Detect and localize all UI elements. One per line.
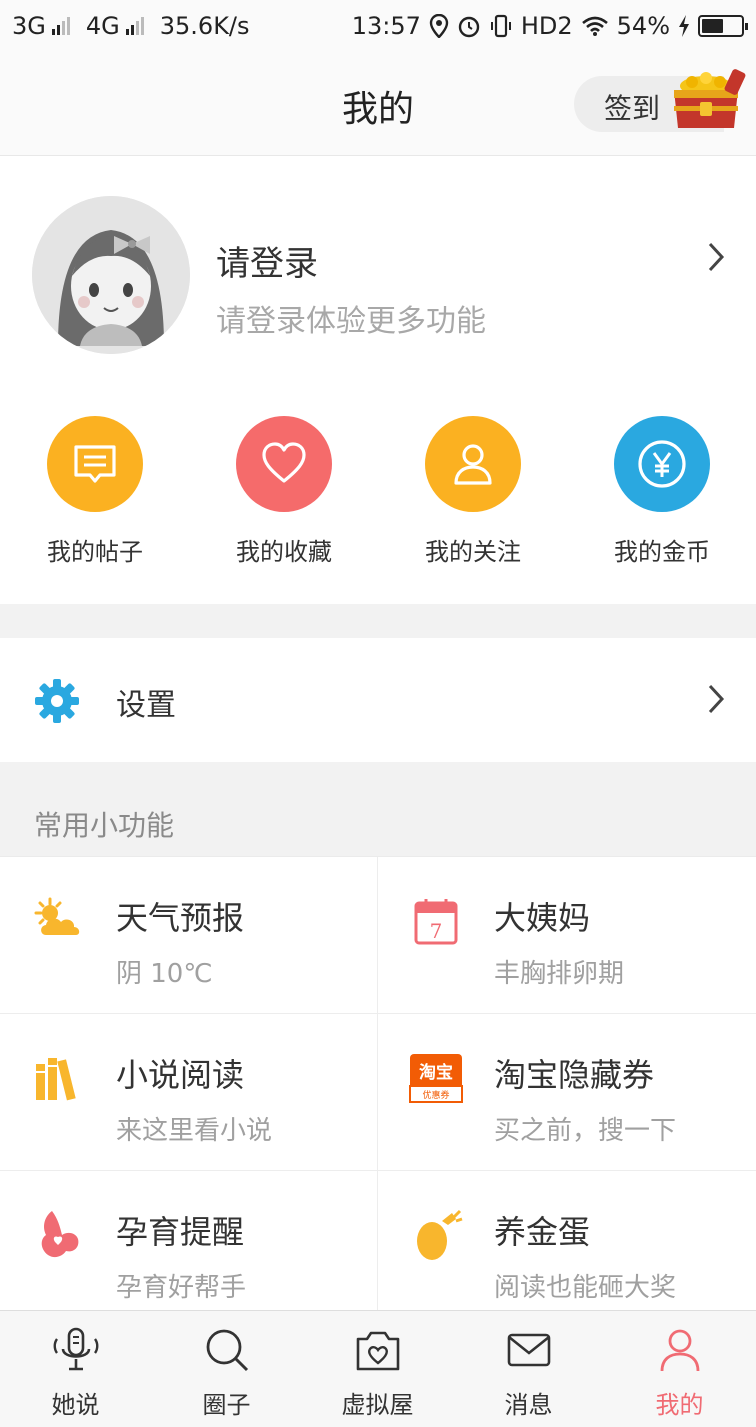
default-girl-avatar-icon xyxy=(32,196,190,354)
quick-action-my-favorites[interactable]: 我的收藏 xyxy=(189,416,379,567)
taobao-logo-text: 淘宝 xyxy=(419,1062,453,1083)
tab-label: 虚拟屋 xyxy=(341,1391,414,1419)
checkin-label: 签到 xyxy=(604,92,661,125)
quick-action-label: 我的关注 xyxy=(425,538,521,566)
login-subtitle: 请登录体验更多功能 xyxy=(216,304,486,339)
clock: 13:57 xyxy=(351,12,421,40)
feature-title: 淘宝隐藏券 xyxy=(494,1056,655,1094)
feature-title: 孕育提醒 xyxy=(116,1213,245,1251)
chevron-right-icon xyxy=(708,684,725,714)
camera-heart-icon xyxy=(356,1331,399,1371)
feature-subtitle: 阴 10℃ xyxy=(116,959,213,989)
quick-action-label: 我的收藏 xyxy=(236,538,332,566)
feature-subtitle: 买之前，搜一下 xyxy=(494,1116,677,1146)
signal-icon xyxy=(125,17,144,35)
status-bar: 3G 4G 35.6K/s 13:57 HD2 54% xyxy=(0,0,756,52)
feature-subtitle: 阅读也能砸大奖 xyxy=(494,1273,677,1303)
person-icon xyxy=(454,444,492,485)
charging-icon xyxy=(679,15,689,37)
quick-action-label: 我的金币 xyxy=(614,538,710,566)
feature-subtitle: 孕育好帮手 xyxy=(116,1273,247,1303)
login-title[interactable]: 请登录 xyxy=(216,236,318,285)
weather-icon xyxy=(34,897,80,935)
quick-action-circle xyxy=(614,416,710,512)
tab-label: 消息 xyxy=(504,1391,553,1419)
location-icon xyxy=(429,14,449,38)
quick-action-my-follows[interactable]: 我的关注 xyxy=(378,416,568,567)
feature-novel[interactable]: 小说阅读 来这里看小说 xyxy=(0,1014,378,1171)
feature-weather[interactable]: 天气预报 阴 10℃ xyxy=(0,857,378,1014)
feature-period[interactable]: 7 大姨妈 丰胸排卵期 xyxy=(378,857,756,1014)
battery-fill xyxy=(702,19,723,33)
header: 我的 签到 xyxy=(0,52,756,156)
wifi-icon xyxy=(581,16,608,36)
yen-coin-icon xyxy=(638,440,686,488)
feature-pregnancy[interactable]: 孕育提醒 孕育好帮手 xyxy=(0,1171,378,1328)
feature-title: 大姨妈 xyxy=(494,899,591,937)
tab-virtual-house[interactable]: 虚拟屋 xyxy=(302,1311,453,1427)
mail-icon xyxy=(507,1333,550,1367)
quick-action-my-posts[interactable]: 我的帖子 xyxy=(0,416,190,567)
quick-action-circle xyxy=(47,416,143,512)
message-icon xyxy=(74,445,116,483)
chevron-right-icon[interactable] xyxy=(702,240,730,274)
pregnancy-icon xyxy=(41,1211,79,1258)
search-icon xyxy=(206,1329,248,1372)
battery-percent: 54% xyxy=(616,12,670,40)
feature-subtitle: 来这里看小说 xyxy=(116,1116,273,1146)
calendar-day: 7 xyxy=(430,919,443,943)
quick-action-my-coins[interactable]: 我的金币 xyxy=(567,416,756,567)
books-icon xyxy=(36,1058,76,1101)
tab-messages[interactable]: 消息 xyxy=(453,1311,604,1427)
feature-golden-egg[interactable]: 养金蛋 阅读也能砸大奖 xyxy=(378,1171,756,1328)
gear-icon xyxy=(35,679,79,723)
feature-title: 小说阅读 xyxy=(116,1056,245,1094)
treasure-chest-icon[interactable] xyxy=(666,68,746,138)
golden-egg-icon xyxy=(417,1209,463,1260)
bottom-tab-bar: 她说 圈子 虚拟屋 消息 我的 xyxy=(0,1310,756,1427)
feature-title: 养金蛋 xyxy=(494,1213,591,1251)
tab-label: 她说 xyxy=(51,1391,100,1419)
profile-card: 请登录 请登录体验更多功能 我的帖子 我的收藏 我的关注 我的金币 xyxy=(0,156,756,604)
avatar[interactable] xyxy=(32,196,190,354)
feature-subtitle: 丰胸排卵期 xyxy=(494,959,625,989)
vibrate-icon xyxy=(490,14,511,38)
feature-grid: 天气预报 阴 10℃ 7 大姨妈 丰胸排卵期 小说阅读 来这里看小说 淘宝 优惠… xyxy=(0,856,756,1311)
person-icon xyxy=(660,1329,699,1372)
tab-label: 我的 xyxy=(655,1391,704,1419)
status-right: 13:57 HD2 54% xyxy=(351,12,748,40)
network-4g-label: 4G xyxy=(85,12,120,40)
network-3g-label: 3G xyxy=(12,12,46,40)
feature-title: 天气预报 xyxy=(116,899,245,937)
settings-row[interactable]: 设置 xyxy=(0,638,756,762)
signal-icon xyxy=(51,17,70,35)
tab-mine[interactable]: 我的 xyxy=(604,1311,755,1427)
microphone-icon xyxy=(53,1327,98,1371)
taobao-icon: 淘宝 优惠券 xyxy=(409,1054,463,1103)
hd-indicator: HD2 xyxy=(520,12,573,40)
alarm-icon xyxy=(458,16,480,38)
tab-circle[interactable]: 圈子 xyxy=(151,1311,302,1427)
tab-she-says[interactable]: 她说 xyxy=(0,1311,151,1427)
status-left: 3G 4G 35.6K/s xyxy=(12,12,250,40)
feature-taobao-coupon[interactable]: 淘宝 优惠券 淘宝隐藏券 买之前，搜一下 xyxy=(378,1014,756,1171)
heart-icon xyxy=(262,442,306,483)
battery-icon xyxy=(698,15,748,37)
quick-action-circle xyxy=(425,416,521,512)
calendar-icon: 7 xyxy=(414,899,458,945)
settings-label: 设置 xyxy=(116,688,176,723)
section-title: 常用小功能 xyxy=(34,809,175,842)
tab-label: 圈子 xyxy=(202,1391,251,1419)
network-speed: 35.6K/s xyxy=(159,12,250,40)
quick-action-label: 我的帖子 xyxy=(47,538,143,566)
taobao-coupon-text: 优惠券 xyxy=(422,1089,449,1101)
quick-action-circle xyxy=(236,416,332,512)
